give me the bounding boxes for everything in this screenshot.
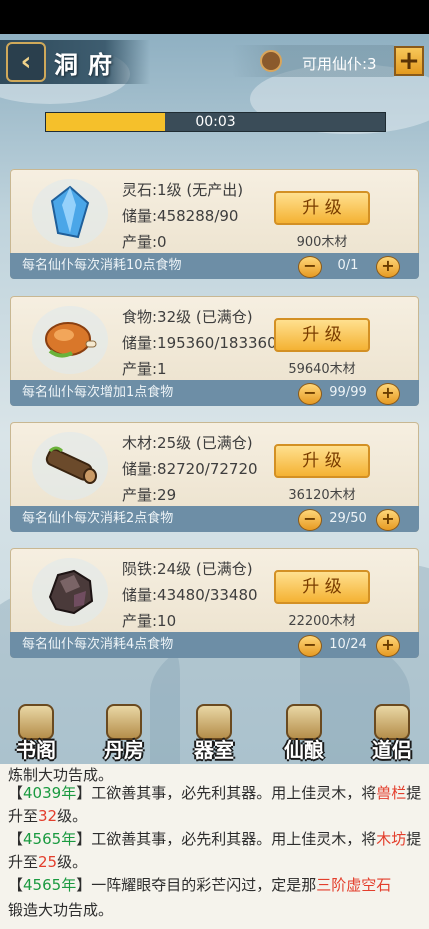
plus-button[interactable]: + [376,383,400,405]
log-entry: 【4565年】一阵耀眼夺目的彩芒闪过，定是那三阶虚空石 [8,876,392,894]
menu-label: 道侣 [372,738,412,762]
servant-avatar-icon [260,50,282,72]
resource-card-meteor-iron: 陨铁:24级 (已满仓) 储量:43480/33480 产量:10 升 级 22… [10,548,419,658]
resource-name: 木材:25级 (已满仓) [122,434,253,452]
servant-count: 10/24 [329,637,367,652]
resource-card-food: 食物:32级 (已满仓) 储量:195360/183360 产量:1 升 级 5… [10,296,419,406]
upgrade-button[interactable]: 升 级 [274,444,370,478]
servant-consumption: 每名仙仆每次消耗10点食物 [22,258,182,273]
wood-log-icon [38,436,102,494]
menu-label: 仙酿 [284,738,324,762]
menu-label: 丹房 [104,738,144,762]
log-year: 4565年 [23,830,77,848]
servant-consumption: 每名仙仆每次消耗2点食物 [22,511,174,526]
servant-count: 99/99 [329,385,367,400]
resource-name: 陨铁:24级 (已满仓) [122,560,253,578]
timer-progress-bar: 00:03 [45,112,386,132]
log-highlight: 三阶虚空石 [316,876,392,894]
menu-companion-button[interactable]: 道侣 [360,704,424,768]
resource-output: 产量:0 [122,233,167,251]
plus-button[interactable]: + [376,635,400,657]
status-bar [0,0,429,34]
menu-label: 书阁 [16,738,56,762]
servant-count: 0/1 [337,258,359,273]
menu-alchemy-button[interactable]: 丹房 [92,704,156,768]
log-year: 4565年 [23,876,77,894]
menu-library-button[interactable]: 书阁 [4,704,68,768]
upgrade-button[interactable]: 升 级 [274,318,370,352]
upgrade-cost: 900木材 [296,235,348,250]
resource-name: 食物:32级 (已满仓) [122,308,253,326]
meteor-iron-icon [38,562,102,620]
log-highlight: 木坊 [376,830,407,848]
plus-button[interactable]: + [376,509,400,531]
page-title: 洞府 [54,50,122,79]
resource-output: 产量:29 [122,486,177,504]
back-button[interactable]: ‹ [6,42,46,82]
upgrade-button[interactable]: 升 级 [274,191,370,225]
roast-meat-icon [38,310,102,368]
resource-storage: 储量:82720/72720 [122,460,258,478]
log-entry: 【4565年】工欲善其事，必先利其器。用上佳灵木，将木坊提升至25级。 [8,830,422,871]
event-log: 炼制大功告成。 【4039年】工欲善其事，必先利其器。用上佳灵木，将兽栏提升至3… [0,764,429,929]
plus-button[interactable]: + [376,256,400,278]
servant-count: 29/50 [329,511,367,526]
card-footer: 每名仙仆每次增加1点食物 − 99/99 + [10,380,419,406]
chevron-left-icon: ‹ [20,47,32,77]
minus-button[interactable]: − [298,383,322,405]
resource-storage: 储量:195360/183360 [122,334,277,352]
available-servants-label: 可用仙仆:3 [302,55,377,73]
resource-card-spirit-stone: 灵石:1级 (无产出) 储量:458288/90 产量:0 升 级 900木材 … [10,169,419,279]
card-footer: 每名仙仆每次消耗2点食物 − 29/50 + [10,506,419,532]
resource-output: 产量:10 [122,612,177,630]
upgrade-cost: 22200木材 [288,614,356,629]
timer-text: 00:03 [195,114,236,130]
menu-artifact-room-button[interactable]: 器室 [182,704,246,768]
log-entry: 【4039年】工欲善其事，必先利其器。用上佳灵木，将兽栏提升至32级。 [8,784,422,825]
add-servant-button[interactable]: + [394,46,424,76]
log-line-last: 锻造大功告成。 [8,901,114,919]
resource-storage: 储量:43480/33480 [122,586,258,604]
resource-card-wood: 木材:25级 (已满仓) 储量:82720/72720 产量:29 升 级 36… [10,422,419,532]
minus-button[interactable]: − [298,256,322,278]
minus-button[interactable]: − [298,509,322,531]
minus-button[interactable]: − [298,635,322,657]
upgrade-button[interactable]: 升 级 [274,570,370,604]
upgrade-cost: 59640木材 [288,362,356,377]
menu-brewery-button[interactable]: 仙酿 [272,704,336,768]
resource-storage: 储量:458288/90 [122,207,239,225]
log-year: 4039年 [23,784,77,802]
log-highlight: 兽栏 [376,784,407,802]
resource-output: 产量:1 [122,360,167,378]
card-footer: 每名仙仆每次消耗10点食物 − 0/1 + [10,253,419,279]
card-footer: 每名仙仆每次消耗4点食物 − 10/24 + [10,632,419,658]
menu-label: 器室 [194,738,234,762]
resource-name: 灵石:1级 (无产出) [122,181,244,199]
servant-consumption: 每名仙仆每次增加1点食物 [22,385,174,400]
upgrade-cost: 36120木材 [288,488,356,503]
servant-consumption: 每名仙仆每次消耗4点食物 [22,637,174,652]
spirit-stone-icon [38,183,102,241]
